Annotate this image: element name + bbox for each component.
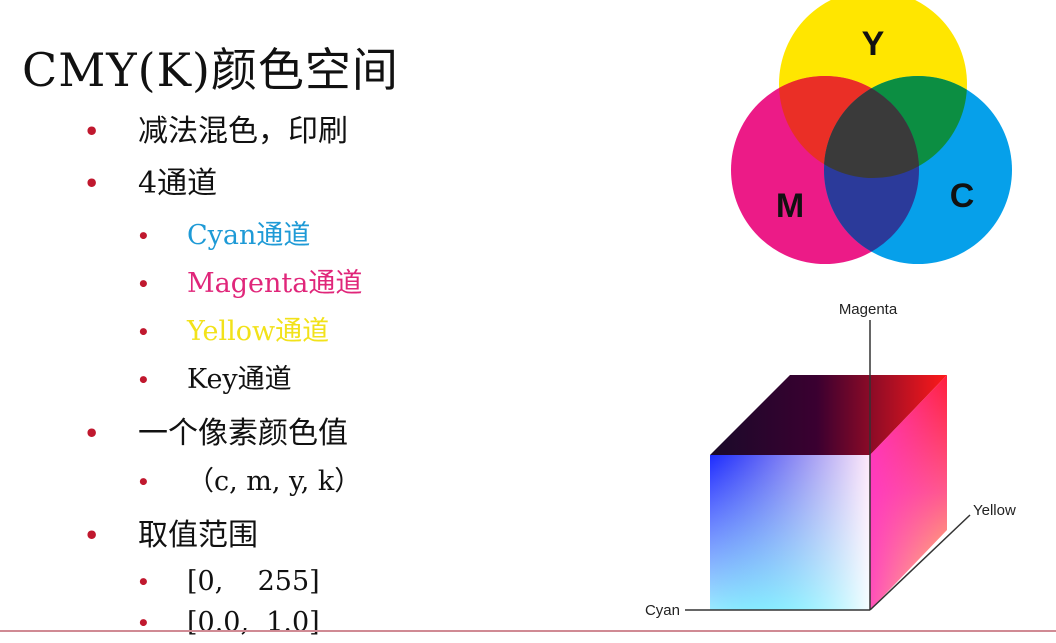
bullet-dot: • — [137, 611, 150, 635]
bullet-dot: • — [84, 521, 100, 550]
bullet-dot: • — [84, 117, 100, 146]
bullet-list: • 减法混色，印刷 • 4通道 • Cyan通道 • Magenta通道 • Y… — [0, 0, 620, 639]
bottom-rule — [0, 630, 1056, 632]
channel-suffix: 通道 — [275, 316, 330, 347]
bullet-dot: • — [137, 570, 150, 594]
bullet-text: 4通道 — [138, 166, 218, 201]
bullet-dot: • — [137, 470, 150, 494]
channel-suffix: 通道 — [256, 220, 311, 251]
bullet-dot: • — [137, 272, 150, 296]
bullet-dot: • — [84, 169, 100, 198]
bullet-text: Key通道 — [187, 364, 292, 395]
bullet-dot: • — [137, 320, 150, 344]
cube-front-face — [710, 455, 870, 610]
magenta-word: Magenta — [187, 268, 309, 299]
bullet-text: 一个像素颜色值 — [138, 416, 348, 451]
bullet-text: 减法混色，印刷 — [138, 114, 348, 149]
cmy-venn-diagram: Y M C — [731, 0, 1012, 264]
yellow-word: Yellow — [187, 316, 276, 347]
bullet-dot: • — [137, 368, 150, 392]
bullet-text: 取值范围 — [138, 518, 258, 553]
bullet-text: [0, 255] — [187, 566, 320, 597]
bullet-text: （c, m, y, k） — [187, 466, 362, 497]
cmy-color-cube: Magenta Yellow Cyan — [645, 301, 1016, 619]
bullet-dot: • — [137, 224, 150, 248]
venn-label-m: M — [776, 187, 804, 225]
axis-label-yellow: Yellow — [973, 502, 1016, 519]
venn-label-c: C — [950, 177, 975, 215]
venn-label-y: Y — [862, 25, 885, 63]
cyan-word: Cyan — [187, 220, 257, 251]
bullet-text: [0.0, 1.0] — [187, 607, 320, 638]
channel-suffix: 通道 — [308, 268, 363, 299]
bullet-dot: • — [84, 419, 100, 448]
axis-label-cyan: Cyan — [645, 602, 680, 619]
axis-label-magenta: Magenta — [839, 301, 898, 318]
